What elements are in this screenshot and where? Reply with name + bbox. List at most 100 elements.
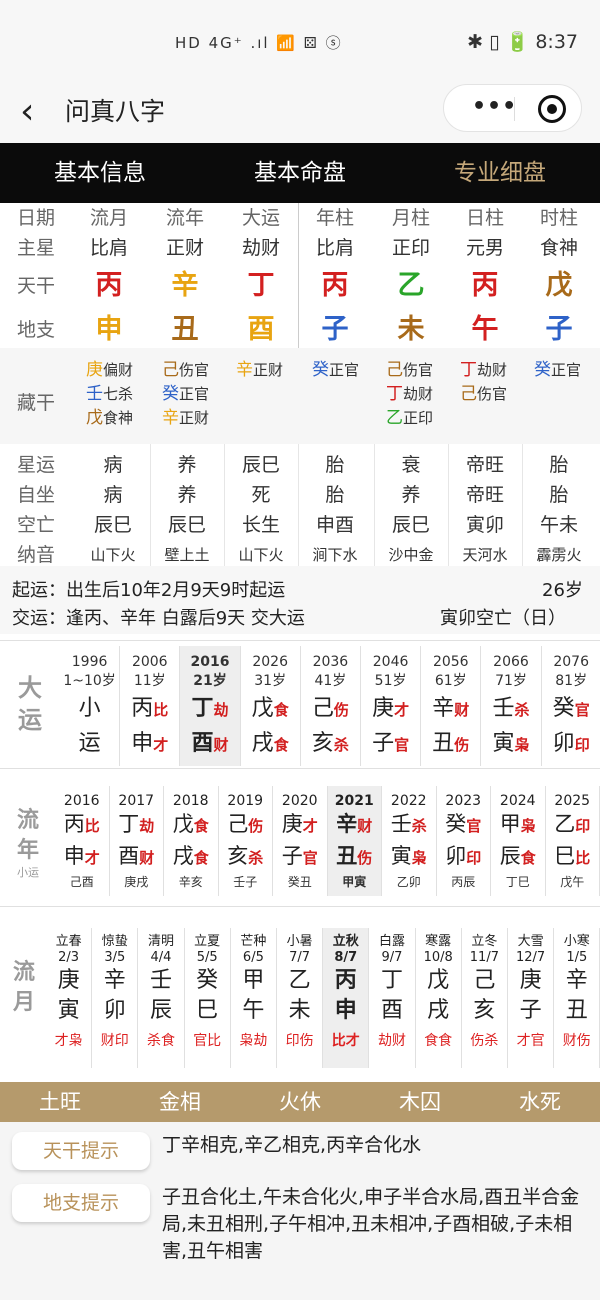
tab-basic-info[interactable]: 基本信息 bbox=[0, 143, 200, 203]
liunian-cell[interactable]: 2025 乙印 巳比 戊午 bbox=[546, 786, 600, 896]
jieqi-name: 清明 bbox=[147, 934, 174, 949]
gan-shishen: 官 bbox=[574, 701, 590, 719]
jieqi-name: 芒种 bbox=[240, 934, 267, 949]
zhuxing-cell: 比肩 bbox=[315, 237, 354, 259]
xingyun-label: 自坐 bbox=[16, 484, 55, 506]
liuyue-cell[interactable]: 立夏 5/5 癸巳官比 bbox=[185, 928, 231, 1068]
liunian-label-char: 年 bbox=[16, 838, 39, 863]
dayun-cell[interactable]: 1996 1~10岁小运 bbox=[60, 646, 121, 766]
canggan-section: 藏干 庚偏财 壬七杀 戊食神 己伤官 癸正官 辛正财 辛正财 癸正官 己伤官 丁劫财 乙正印 丁劫财 己伤… bbox=[0, 348, 600, 444]
jieqi: 芒种 6/5 bbox=[231, 934, 276, 966]
dayun-zhi: 寅枭 bbox=[481, 729, 540, 760]
jieqi-name: 立春 bbox=[55, 934, 82, 949]
liunian-gan: 辛财 bbox=[328, 809, 382, 841]
gan-shishen: 杀 bbox=[514, 701, 530, 719]
dayun-year: 1996 bbox=[71, 654, 108, 670]
zhi-shishen: 杀 bbox=[248, 849, 264, 867]
pillar-grid: 日期 主星 天干 地支 流月 流年 大运 年柱 月柱 日柱 时柱 比肩 正财 劫财 比肩 正印 元男 食神丙 辛 丁 丙… bbox=[0, 203, 600, 348]
liunian-year: 2020 bbox=[281, 793, 318, 809]
canggan-item: 癸正官 bbox=[312, 358, 359, 382]
canggan-shishen: 劫财 bbox=[477, 361, 508, 379]
jiaoyun-line: 交运：逢丙、辛年 白露后9天 交大运 bbox=[12, 608, 305, 629]
liunian-cell[interactable]: 2022 壬杀 寅枭 乙卯 bbox=[382, 786, 437, 896]
col-divider bbox=[224, 444, 225, 566]
canggan-stem: 癸 bbox=[312, 360, 329, 380]
xingyun-cell: 帝旺 bbox=[465, 454, 504, 476]
liuyue-cell[interactable]: 大雪 12/7 庚子才官 bbox=[508, 928, 555, 1068]
canggan-stem: 庚 bbox=[86, 360, 103, 380]
jieqi-date: 1/5 bbox=[566, 950, 588, 965]
jieqi-date: 12/7 bbox=[515, 950, 546, 965]
canggan-stem: 丁 bbox=[386, 384, 403, 404]
dayun-cell[interactable]: 2016 21岁 丁劫 酉财 bbox=[180, 646, 241, 766]
liunian-cell[interactable]: 2018 戊食 戌食 辛亥 bbox=[164, 786, 219, 896]
dayun-cell[interactable]: 2036 41岁 己伤 亥杀 bbox=[301, 646, 361, 766]
xingyun-cell: 死 bbox=[251, 484, 271, 506]
zhi-char: 丑 bbox=[432, 731, 455, 756]
dayun-gan: 丁劫 bbox=[180, 694, 239, 725]
dayun-cell[interactable]: 2066 71岁 壬杀 寅枭 bbox=[481, 646, 542, 766]
liuyue-cell[interactable]: 白露 9/7 丁酉劫财 bbox=[369, 928, 416, 1068]
tab-pro-chart[interactable]: 专业细盘 bbox=[400, 143, 600, 203]
dizhi-hint-button[interactable]: 地支提示 bbox=[12, 1184, 150, 1222]
close-target-icon[interactable] bbox=[538, 95, 566, 123]
dayun-age: 71岁 bbox=[495, 673, 527, 689]
liuyue-cell[interactable]: 惊蛰 3/5 辛卯财印 bbox=[92, 928, 139, 1068]
dayun-cell[interactable]: 2056 61岁 辛财 丑伤 bbox=[421, 646, 482, 766]
liuyue-cell[interactable]: 立秋 8/7 丙申比才 bbox=[323, 928, 370, 1068]
gan-shishen: 才 bbox=[394, 701, 410, 719]
pillar-header: 大运 bbox=[241, 207, 280, 229]
canggan-shishen: 正官 bbox=[179, 385, 210, 403]
dayun-age: 61岁 bbox=[434, 673, 467, 689]
pillar-header: 年柱 bbox=[315, 207, 354, 229]
canggan-stem: 壬 bbox=[86, 384, 103, 404]
liunian-cell[interactable]: 2023 癸官 卯印 丙辰 bbox=[437, 786, 491, 896]
liunian-cell[interactable]: 2017 丁劫 酉财 庚戌 bbox=[110, 786, 164, 896]
liuyue-cell[interactable]: 立冬 11/7 己亥伤杀 bbox=[462, 928, 508, 1068]
dayun-cell[interactable]: 2046 51岁 庚才 子官 bbox=[361, 646, 422, 766]
more-icon[interactable]: ••• bbox=[472, 96, 517, 118]
canggan-shishen: 正财 bbox=[179, 409, 210, 427]
liunian-cell[interactable]: 2019 己伤 亥杀 壬子 bbox=[219, 786, 273, 896]
jieqi-date: 5/5 bbox=[196, 950, 218, 965]
liunian-year: 2019 bbox=[227, 793, 264, 809]
tiangan-hint-button[interactable]: 天干提示 bbox=[12, 1132, 150, 1170]
xingyun-cell: 辰巳 bbox=[167, 514, 206, 536]
dayun-cell[interactable]: 2076 81岁 癸官 卯印 bbox=[542, 646, 600, 766]
gan-shishen: 杀 bbox=[411, 817, 427, 835]
dayun-gan: 辛财 bbox=[421, 694, 480, 725]
dayun-cell[interactable]: 2006 11岁 丙比 申才 bbox=[120, 646, 181, 766]
zhi-shishen: 才 bbox=[84, 849, 100, 867]
liuyue-cell[interactable]: 立春 2/3 庚寅才枭 bbox=[46, 928, 93, 1068]
xingyun-cell: 衰 bbox=[401, 454, 421, 476]
canggan-stem: 癸 bbox=[534, 360, 551, 380]
jieqi: 立春 2/3 bbox=[46, 934, 91, 966]
page-title: 问真八字 bbox=[65, 97, 166, 126]
liunian-cell[interactable]: 2021 辛财 丑伤 甲寅 bbox=[327, 786, 382, 896]
liuyue-cell[interactable]: 清明 4/4 壬辰杀食 bbox=[138, 928, 185, 1068]
liunian-cell[interactable]: 2016 丙比 申才 己酉 bbox=[55, 786, 110, 896]
liunian-gan: 戊食 bbox=[164, 809, 218, 841]
liuyue-cell[interactable]: 小暑 7/7 乙未印伤 bbox=[277, 928, 324, 1068]
canggan-shishen: 正财 bbox=[253, 361, 284, 379]
gan-char: 小 bbox=[78, 696, 101, 721]
dayun-zhi: 申才 bbox=[120, 729, 179, 760]
tab-basic-chart[interactable]: 基本命盘 bbox=[200, 143, 400, 203]
liuyue-cell[interactable]: 寒露 10/8 戊戌食食 bbox=[416, 928, 462, 1068]
liunian-zhi: 卯印 bbox=[437, 841, 491, 873]
liuyue-cell[interactable]: 小寒 1/5 辛丑财伤 bbox=[554, 928, 600, 1068]
liunian-cell[interactable]: 2020 庚才 子官 癸丑 bbox=[273, 786, 328, 896]
zhi-shishen: 印 bbox=[574, 736, 590, 754]
dayun-zhi: 子官 bbox=[361, 729, 420, 760]
canggan-stem: 己 bbox=[386, 360, 403, 380]
dayun-cell[interactable]: 2026 31岁 戊食 戌食 bbox=[241, 646, 301, 766]
liunian-year: 2016 bbox=[63, 793, 100, 809]
liuyue-cell[interactable]: 芒种 6/5 甲午枭劫 bbox=[231, 928, 277, 1068]
liunian-cell[interactable]: 2024 甲枭 辰食 丁巳 bbox=[491, 786, 546, 896]
capsule-divider bbox=[514, 97, 515, 121]
canggan-shishen: 劫财 bbox=[403, 385, 434, 403]
jieqi-name: 小暑 bbox=[286, 934, 313, 949]
liunian-year: 2021 bbox=[334, 793, 374, 809]
back-arrow-icon[interactable]: ‹ bbox=[20, 94, 34, 130]
canggan-stem: 己 bbox=[460, 384, 477, 404]
